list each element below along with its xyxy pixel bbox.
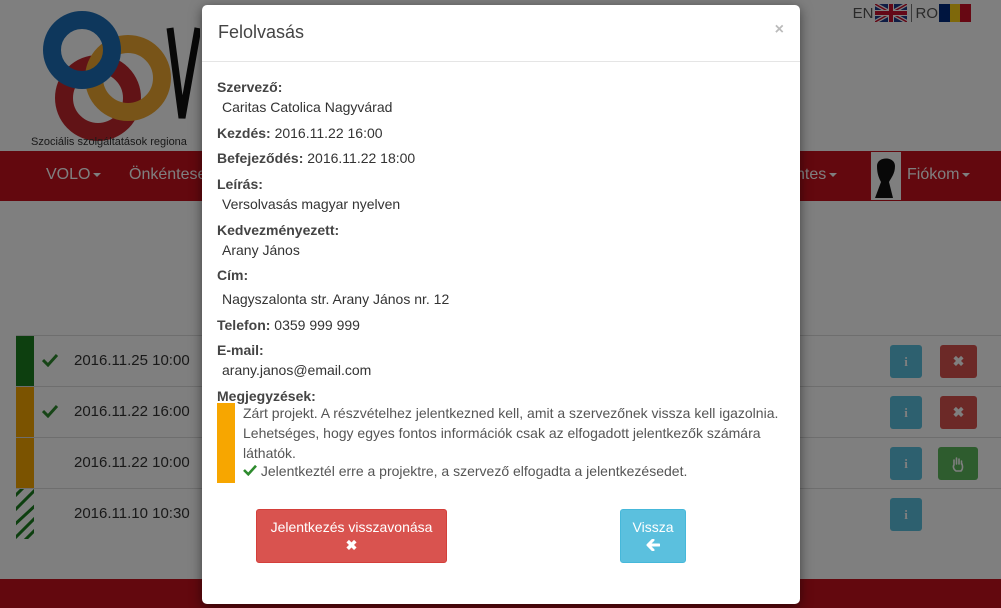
withdraw-application-button[interactable]: Jelentkezés visszavonása ✖ — [256, 509, 447, 563]
end-field: Befejeződés: 2016.11.22 18:00 — [217, 148, 787, 168]
confirmation-line: Jelentkeztél erre a projektre, a szervez… — [243, 462, 687, 480]
email-label: E-mail: — [217, 342, 264, 358]
beneficiary-label: Kedvezményezett: — [217, 222, 340, 238]
phone-value: 0359 999 999 — [274, 317, 360, 333]
address-value: Nagyszalonta str. Arany János nr. 12 — [222, 291, 450, 307]
close-icon[interactable]: × — [775, 21, 784, 39]
end-value: 2016.11.22 18:00 — [307, 150, 416, 166]
modal-title: Felolvasás — [218, 22, 305, 42]
back-label: Vissza — [632, 519, 674, 535]
organizer-value: Caritas Catolica Nagyvárad — [222, 99, 393, 115]
project-notice: Zárt projekt. A részvételhez jelentkezne… — [217, 403, 787, 483]
beneficiary-value: Arany János — [222, 242, 300, 258]
phone-field: Telefon: 0359 999 999 — [217, 315, 787, 335]
arrow-left-icon — [646, 539, 660, 551]
address-label: Cím: — [217, 267, 249, 283]
description-value: Versolvasás magyar nyelven — [222, 196, 401, 212]
check-icon — [243, 464, 257, 477]
start-label: Kezdés: — [217, 125, 271, 141]
end-label: Befejeződés: — [217, 150, 304, 166]
start-field: Kezdés: 2016.11.22 16:00 — [217, 123, 787, 143]
email-value[interactable]: arany.janos@email.com — [217, 360, 787, 380]
start-value: 2016.11.22 16:00 — [274, 125, 383, 141]
confirmation-text: Jelentkeztél erre a projektre, a szervez… — [260, 463, 688, 479]
modal-header: Felolvasás × — [202, 5, 800, 62]
organizer-label: Szervező: — [217, 79, 283, 95]
description-label: Leírás: — [217, 176, 263, 192]
event-details-modal: Felolvasás × Szervező: Caritas Catolica … — [202, 5, 800, 604]
close-icon: ✖ — [345, 537, 358, 553]
modal-body: Szervező: Caritas Catolica Nagyvárad Kez… — [217, 77, 787, 406]
back-button[interactable]: Vissza — [620, 509, 686, 563]
notice-text: Zárt projekt. A részvételhez jelentkezne… — [243, 405, 779, 461]
withdraw-label: Jelentkezés visszavonása — [270, 519, 433, 535]
phone-label: Telefon: — [217, 317, 271, 333]
notice-status-bar — [217, 403, 235, 483]
